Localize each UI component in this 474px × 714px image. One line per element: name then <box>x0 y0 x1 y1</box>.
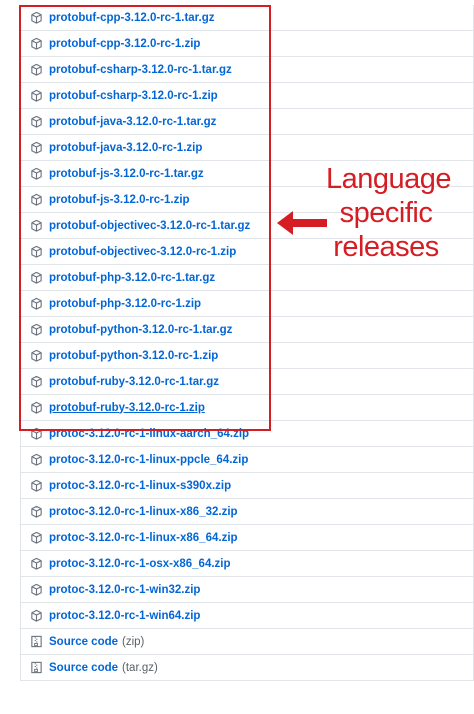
package-icon <box>31 557 42 570</box>
asset-name: protobuf-python-3.12.0-rc-1.zip <box>49 349 219 362</box>
package-icon <box>31 453 42 466</box>
asset-name: protobuf-js-3.12.0-rc-1.zip <box>49 193 190 206</box>
package-icon <box>31 349 42 362</box>
asset-link[interactable]: protoc-3.12.0-rc-1-linux-aarch_64.zip <box>21 421 473 447</box>
package-icon <box>31 37 42 50</box>
asset-name: protobuf-php-3.12.0-rc-1.zip <box>49 297 202 310</box>
asset-link[interactable]: protoc-3.12.0-rc-1-osx-x86_64.zip <box>21 551 473 577</box>
left-arrow-icon <box>277 211 327 235</box>
package-icon <box>31 271 42 284</box>
asset-link[interactable]: protobuf-csharp-3.12.0-rc-1.tar.gz <box>21 57 473 83</box>
package-icon <box>31 583 42 596</box>
package-icon <box>31 531 42 544</box>
asset-link[interactable]: protobuf-ruby-3.12.0-rc-1.zip <box>21 395 473 421</box>
package-icon <box>31 401 42 414</box>
asset-link[interactable]: protobuf-php-3.12.0-rc-1.zip <box>21 291 473 317</box>
package-icon <box>31 427 42 440</box>
asset-link[interactable]: protobuf-php-3.12.0-rc-1.tar.gz <box>21 265 473 291</box>
asset-link[interactable]: protobuf-java-3.12.0-rc-1.zip <box>21 135 473 161</box>
package-icon <box>31 479 42 492</box>
annotation-line: Language <box>326 163 452 195</box>
asset-name: protobuf-objectivec-3.12.0-rc-1.zip <box>49 245 237 258</box>
package-icon <box>31 609 42 622</box>
asset-name: protoc-3.12.0-rc-1-win32.zip <box>49 583 201 596</box>
package-icon <box>31 193 42 206</box>
asset-format: (zip) <box>122 635 145 648</box>
asset-name: protoc-3.12.0-rc-1-win64.zip <box>49 609 201 622</box>
asset-link[interactable]: protobuf-csharp-3.12.0-rc-1.zip <box>21 83 473 109</box>
file-zip-icon <box>31 661 42 674</box>
release-assets-list: protobuf-cpp-3.12.0-rc-1.tar.gz protobuf-… <box>20 5 474 681</box>
asset-name: protoc-3.12.0-rc-1-linux-ppcle_64.zip <box>49 453 249 466</box>
asset-name: protobuf-csharp-3.12.0-rc-1.zip <box>49 89 218 102</box>
asset-link[interactable]: protoc-3.12.0-rc-1-linux-ppcle_64.zip <box>21 447 473 473</box>
asset-name: Source code <box>49 661 119 674</box>
asset-name: protobuf-csharp-3.12.0-rc-1.tar.gz <box>49 63 232 76</box>
package-icon <box>31 375 42 388</box>
asset-link[interactable]: protobuf-python-3.12.0-rc-1.zip <box>21 343 473 369</box>
asset-name: protoc-3.12.0-rc-1-linux-aarch_64.zip <box>49 427 250 440</box>
package-icon <box>31 323 42 336</box>
asset-name: protoc-3.12.0-rc-1-osx-x86_64.zip <box>49 557 231 570</box>
annotation-line: specific <box>339 197 433 229</box>
asset-name: protoc-3.12.0-rc-1-linux-s390x.zip <box>49 479 232 492</box>
asset-link[interactable]: protoc-3.12.0-rc-1-win64.zip <box>21 603 473 629</box>
package-icon <box>31 89 42 102</box>
package-icon <box>31 141 42 154</box>
asset-link[interactable]: protoc-3.12.0-rc-1-linux-x86_32.zip <box>21 499 473 525</box>
asset-link[interactable]: protoc-3.12.0-rc-1-linux-x86_64.zip <box>21 525 473 551</box>
asset-link[interactable]: protoc-3.12.0-rc-1-linux-s390x.zip <box>21 473 473 499</box>
package-icon <box>31 245 42 258</box>
asset-name: protoc-3.12.0-rc-1-linux-x86_32.zip <box>49 505 238 518</box>
asset-name: protobuf-ruby-3.12.0-rc-1.tar.gz <box>49 375 219 388</box>
asset-name: protobuf-ruby-3.12.0-rc-1.zip <box>49 401 205 414</box>
asset-format: (tar.gz) <box>122 661 158 674</box>
asset-link[interactable]: protobuf-python-3.12.0-rc-1.tar.gz <box>21 317 473 343</box>
asset-name: protoc-3.12.0-rc-1-linux-x86_64.zip <box>49 531 238 544</box>
asset-link[interactable]: protobuf-cpp-3.12.0-rc-1.zip <box>21 31 473 57</box>
asset-name: protobuf-cpp-3.12.0-rc-1.tar.gz <box>49 11 215 24</box>
asset-link[interactable]: protobuf-cpp-3.12.0-rc-1.tar.gz <box>21 5 473 31</box>
asset-name: protobuf-cpp-3.12.0-rc-1.zip <box>49 37 201 50</box>
asset-name: protobuf-java-3.12.0-rc-1.tar.gz <box>49 115 217 128</box>
package-icon <box>31 167 42 180</box>
package-icon <box>31 505 42 518</box>
asset-name: protobuf-php-3.12.0-rc-1.tar.gz <box>49 271 216 284</box>
asset-name: Source code <box>49 635 119 648</box>
asset-link[interactable]: protobuf-ruby-3.12.0-rc-1.tar.gz <box>21 369 473 395</box>
asset-name: protobuf-java-3.12.0-rc-1.zip <box>49 141 203 154</box>
file-zip-icon <box>31 635 42 648</box>
package-icon <box>31 115 42 128</box>
package-icon <box>31 11 42 24</box>
asset-link[interactable]: protoc-3.12.0-rc-1-win32.zip <box>21 577 473 603</box>
asset-link[interactable]: protobuf-java-3.12.0-rc-1.tar.gz <box>21 109 473 135</box>
asset-name: protobuf-js-3.12.0-rc-1.tar.gz <box>49 167 204 180</box>
package-icon <box>31 297 42 310</box>
asset-link[interactable]: Source code (tar.gz) <box>21 655 473 681</box>
asset-name: protobuf-python-3.12.0-rc-1.tar.gz <box>49 323 233 336</box>
asset-name: protobuf-objectivec-3.12.0-rc-1.tar.gz <box>49 219 251 232</box>
asset-link[interactable]: Source code (zip) <box>21 629 473 655</box>
annotation-text: Language specific releases <box>326 162 452 264</box>
annotation-line: releases <box>333 231 439 263</box>
package-icon <box>31 219 42 232</box>
package-icon <box>31 63 42 76</box>
